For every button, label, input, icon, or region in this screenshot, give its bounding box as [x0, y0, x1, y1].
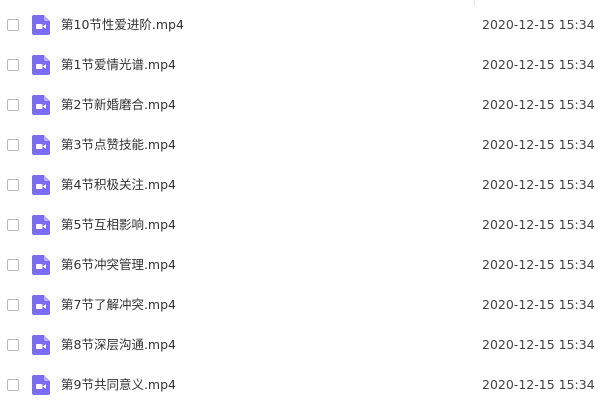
file-modified-date: 2020-12-15 15:34	[482, 217, 595, 232]
video-file-icon	[32, 95, 50, 115]
video-file-icon	[32, 175, 50, 195]
file-name[interactable]: 第3节点赞技能.mp4	[61, 137, 176, 153]
video-file-icon	[32, 295, 50, 315]
file-name[interactable]: 第2节新婚磨合.mp4	[61, 97, 176, 113]
file-name[interactable]: 第6节冲突管理.mp4	[61, 257, 176, 273]
video-file-icon	[32, 335, 50, 355]
file-modified-date: 2020-12-15 15:34	[482, 297, 595, 312]
video-file-icon	[32, 375, 50, 395]
file-row[interactable]: 第3节点赞技能.mp4 2020-12-15 15:34	[0, 126, 600, 166]
row-checkbox[interactable]	[7, 179, 19, 191]
row-checkbox[interactable]	[7, 219, 19, 231]
row-checkbox[interactable]	[7, 139, 19, 151]
video-file-icon	[32, 15, 50, 35]
video-file-icon	[32, 55, 50, 75]
row-checkbox[interactable]	[7, 339, 19, 351]
file-name[interactable]: 第1节爱情光谱.mp4	[61, 57, 176, 73]
file-row[interactable]: 第7节了解冲突.mp4 2020-12-15 15:34	[0, 286, 600, 326]
video-file-icon	[32, 215, 50, 235]
file-modified-date: 2020-12-15 15:34	[482, 377, 595, 392]
row-checkbox[interactable]	[7, 299, 19, 311]
file-row[interactable]: 第5节互相影响.mp4 2020-12-15 15:34	[0, 206, 600, 246]
file-row[interactable]: 第2节新婚磨合.mp4 2020-12-15 15:34	[0, 86, 600, 126]
file-name[interactable]: 第5节互相影响.mp4	[61, 217, 176, 233]
row-checkbox[interactable]	[7, 99, 19, 111]
file-list: 第10节性爱进阶.mp4 2020-12-15 15:34 第1节爱情光谱.mp…	[0, 0, 600, 407]
file-modified-date: 2020-12-15 15:34	[482, 137, 595, 152]
row-checkbox[interactable]	[7, 259, 19, 271]
file-modified-date: 2020-12-15 15:34	[482, 177, 595, 192]
file-row[interactable]: 第9节共同意义.mp4 2020-12-15 15:34	[0, 366, 600, 406]
file-modified-date: 2020-12-15 15:34	[482, 257, 595, 272]
row-checkbox[interactable]	[7, 59, 19, 71]
file-row[interactable]: 第6节冲突管理.mp4 2020-12-15 15:34	[0, 246, 600, 286]
file-modified-date: 2020-12-15 15:34	[482, 337, 595, 352]
file-name[interactable]: 第4节积极关注.mp4	[61, 177, 176, 193]
file-row[interactable]: 第4节积极关注.mp4 2020-12-15 15:34	[0, 166, 600, 206]
file-name[interactable]: 第10节性爱进阶.mp4	[61, 17, 184, 33]
file-name[interactable]: 第8节深层沟通.mp4	[61, 337, 176, 353]
row-checkbox[interactable]	[7, 19, 19, 31]
video-file-icon	[32, 255, 50, 275]
file-modified-date: 2020-12-15 15:34	[482, 57, 595, 72]
file-name[interactable]: 第9节共同意义.mp4	[61, 377, 176, 393]
row-checkbox[interactable]	[7, 379, 19, 391]
file-modified-date: 2020-12-15 15:34	[482, 17, 595, 32]
file-name[interactable]: 第7节了解冲突.mp4	[61, 297, 176, 313]
file-row[interactable]: 第10节性爱进阶.mp4 2020-12-15 15:34	[0, 6, 600, 46]
video-file-icon	[32, 135, 50, 155]
file-row[interactable]: 第1节爱情光谱.mp4 2020-12-15 15:34	[0, 46, 600, 86]
file-row[interactable]: 第8节深层沟通.mp4 2020-12-15 15:34	[0, 326, 600, 366]
file-modified-date: 2020-12-15 15:34	[482, 97, 595, 112]
